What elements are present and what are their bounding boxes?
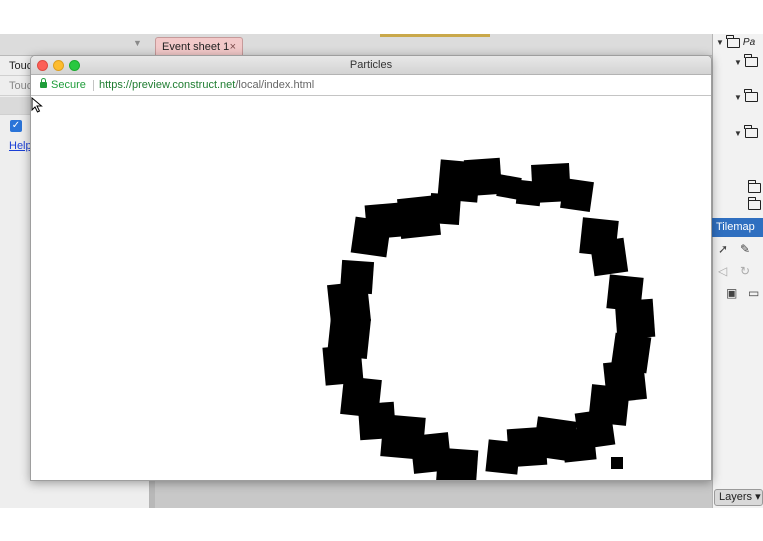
eraser-tool-icon[interactable]: ◁ bbox=[718, 264, 727, 278]
particle-square bbox=[589, 237, 629, 277]
project-tree-row[interactable] bbox=[747, 180, 761, 193]
particle-square bbox=[463, 157, 503, 197]
particle-square bbox=[364, 202, 402, 240]
chevron-down-icon[interactable]: ▼ bbox=[734, 93, 742, 102]
url-text[interactable]: https://preview.construct.net/local/inde… bbox=[99, 75, 314, 96]
property-label: Touc bbox=[9, 60, 33, 72]
event-sheet-bottom bbox=[155, 480, 712, 508]
save-icon[interactable]: ▣ bbox=[726, 286, 737, 300]
project-tree-row[interactable]: ▼ bbox=[734, 89, 758, 102]
project-tree-label: Pa bbox=[742, 37, 756, 48]
editor-tab-bar bbox=[0, 34, 763, 56]
project-tree-row[interactable]: ▼ bbox=[734, 54, 758, 67]
security-label: Secure bbox=[51, 79, 86, 91]
property-checkbox[interactable]: ✓ bbox=[10, 120, 22, 132]
folder-icon bbox=[744, 125, 758, 138]
rotate-tool-icon[interactable]: ↻ bbox=[740, 264, 750, 278]
particle-square bbox=[614, 298, 656, 340]
url-host: https://preview.construct.net bbox=[99, 79, 236, 91]
project-tree-row[interactable]: ▼ Pa bbox=[716, 34, 756, 48]
pointer-tool-icon[interactable]: ➚ bbox=[718, 242, 728, 256]
particle-ring bbox=[322, 157, 656, 480]
game-canvas[interactable] bbox=[31, 97, 711, 480]
chevron-down-icon[interactable]: ▼ bbox=[734, 129, 742, 138]
folder-icon bbox=[744, 89, 758, 102]
project-tree-row[interactable]: ▼ bbox=[734, 125, 758, 138]
url-path: /local/index.html bbox=[235, 79, 315, 91]
mouse-cursor-icon bbox=[31, 97, 43, 113]
folder-icon bbox=[744, 54, 758, 67]
tab-event-sheet-1[interactable]: Event sheet 1 × bbox=[155, 37, 243, 56]
preview-window: Particles Secure https://preview.constru… bbox=[30, 55, 712, 481]
chevron-down-icon[interactable]: ▼ bbox=[716, 38, 724, 47]
particle-square bbox=[435, 447, 479, 480]
address-bar[interactable]: Secure https://preview.construct.net/loc… bbox=[31, 75, 711, 96]
folder-icon bbox=[747, 197, 761, 210]
chevron-down-icon[interactable]: ▼ bbox=[734, 58, 742, 67]
pencil-tool-icon[interactable]: ✎ bbox=[740, 242, 750, 256]
particle-square bbox=[560, 178, 594, 212]
project-tree-row[interactable] bbox=[747, 197, 761, 210]
particle-square bbox=[561, 427, 597, 463]
help-link[interactable]: Help bbox=[9, 140, 32, 152]
open-folder-icon[interactable]: ▭ bbox=[748, 286, 759, 300]
screen: Touc Touc ▼ ✓ Help Event sheet 1 × ▼ Pa … bbox=[0, 0, 763, 541]
collapse-caret-icon[interactable]: ▼ bbox=[133, 38, 142, 48]
toolbar-accent bbox=[380, 34, 490, 37]
window-title: Particles bbox=[349, 59, 393, 71]
particle-square bbox=[611, 457, 623, 469]
address-separator bbox=[93, 80, 94, 91]
tab-label: Event sheet 1 bbox=[162, 41, 230, 53]
folder-icon bbox=[726, 34, 740, 48]
folder-icon bbox=[747, 180, 761, 193]
tilemap-panel-header[interactable]: Tilemap bbox=[712, 218, 763, 237]
close-icon[interactable]: × bbox=[230, 38, 236, 56]
particle-square bbox=[428, 192, 462, 226]
layers-button[interactable]: Layers ▾ bbox=[714, 489, 763, 506]
property-label: Touc bbox=[9, 80, 33, 92]
lock-icon bbox=[40, 78, 47, 88]
window-titlebar[interactable]: Particles bbox=[31, 56, 711, 75]
